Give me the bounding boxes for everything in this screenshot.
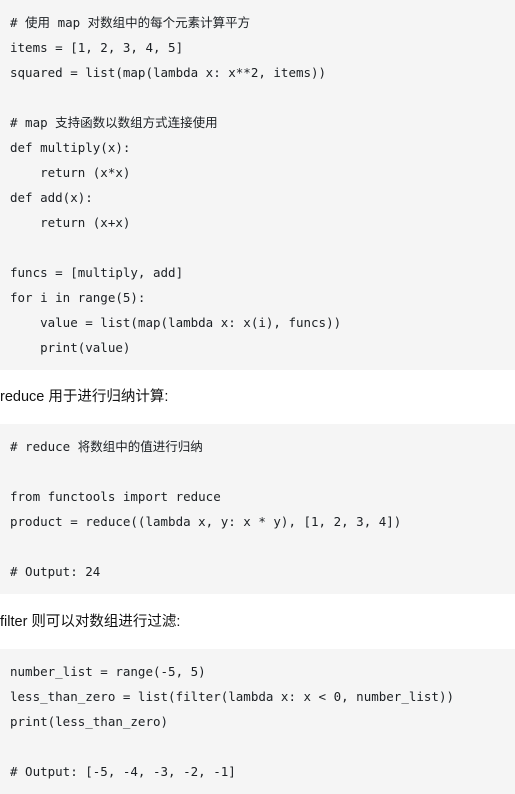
code-line: number_list = range(-5, 5) — [10, 664, 206, 679]
code-line: items = [1, 2, 3, 4, 5] — [10, 40, 184, 55]
code-line: # reduce 将数组中的值进行归纳 — [10, 439, 203, 454]
filter-example-code-content: number_list = range(-5, 5) less_than_zero… — [10, 659, 507, 784]
code-line: less_than_zero = list(filter(lambda x: x… — [10, 689, 455, 704]
reduce-description: reduce 用于进行归纳计算: — [0, 389, 169, 405]
map-example-code-content: # 使用 map 对数组中的每个元素计算平方 items = [1, 2, 3, … — [10, 10, 507, 360]
code-line: def add(x): — [10, 190, 93, 205]
code-line: # Output: 24 — [10, 564, 101, 579]
code-line: product = reduce((lambda x, y: x * y), [… — [10, 514, 402, 529]
article-body: # 使用 map 对数组中的每个元素计算平方 items = [1, 2, 3, … — [0, 0, 515, 794]
code-line: return (x+x) — [10, 215, 131, 230]
code-line: # 使用 map 对数组中的每个元素计算平方 — [10, 15, 251, 30]
code-line: for i in range(5): — [10, 290, 146, 305]
code-line: squared = list(map(lambda x: x**2, items… — [10, 65, 327, 80]
reduce-example-code-pre: # reduce 将数组中的值进行归纳 from functools import… — [0, 434, 515, 584]
code-line: # map 支持函数以数组方式连接使用 — [10, 115, 218, 130]
filter-example-code-pre: number_list = range(-5, 5) less_than_zero… — [0, 659, 515, 784]
code-line: def multiply(x): — [10, 140, 131, 155]
filter-description: filter 则可以对数组进行过滤: — [0, 614, 181, 630]
code-line: from functools import reduce — [10, 489, 221, 504]
reduce-example-code-block[interactable]: # reduce 将数组中的值进行归纳 from functools import… — [0, 424, 515, 594]
map-example-code-pre: # 使用 map 对数组中的每个元素计算平方 items = [1, 2, 3, … — [0, 10, 515, 360]
code-line: # Output: [-5, -4, -3, -2, -1] — [10, 764, 236, 779]
reduce-example-code-content: # reduce 将数组中的值进行归纳 from functools import… — [10, 434, 507, 584]
code-line: print(less_than_zero) — [10, 714, 169, 729]
code-line: value = list(map(lambda x: x(i), funcs)) — [10, 315, 342, 330]
code-line: print(value) — [10, 340, 131, 355]
code-line: return (x*x) — [10, 165, 131, 180]
code-line: funcs = [multiply, add] — [10, 265, 184, 280]
map-example-code-block[interactable]: # 使用 map 对数组中的每个元素计算平方 items = [1, 2, 3, … — [0, 0, 515, 370]
filter-example-code-block[interactable]: number_list = range(-5, 5) less_than_zero… — [0, 649, 515, 794]
